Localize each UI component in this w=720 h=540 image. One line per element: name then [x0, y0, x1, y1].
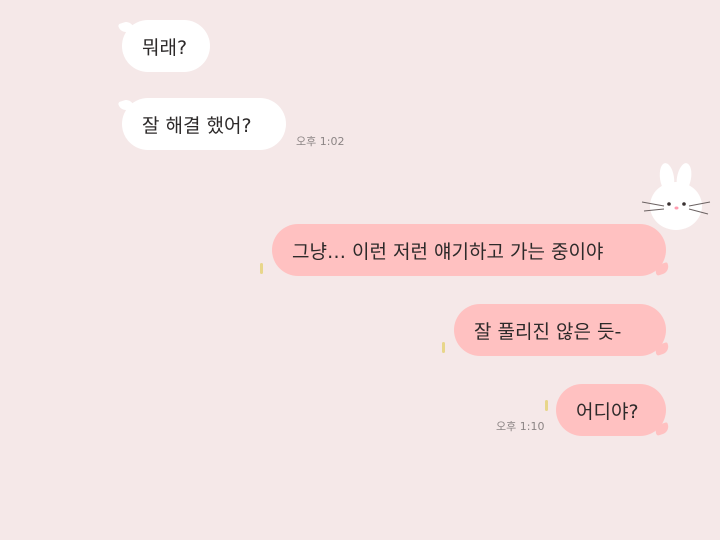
message-timestamp: 오후 1:10 — [496, 420, 545, 433]
message-text: 잘 해결 했어? — [142, 114, 252, 137]
message-text: 잘 풀리진 않은 듯- — [474, 320, 622, 343]
message-bubble-outgoing[interactable]: 잘 풀리진 않은 듯- — [454, 304, 666, 356]
message-text: 뭐래? — [142, 36, 188, 59]
message-timestamp: 오후 1:02 — [296, 135, 345, 148]
message-text: 어디야? — [576, 400, 639, 423]
message-text: 그냥… 이런 저런 얘기하고 가는 중이야 — [292, 240, 604, 263]
chat-thread: 뭐래? 잘 해결 했어? 오후 1:02 그냥… 이런 저런 얘기하고 가는 중… — [0, 0, 720, 540]
message-bubble-outgoing[interactable]: 어디야? — [556, 384, 666, 436]
message-bubble-incoming[interactable]: 뭐래? — [122, 20, 210, 72]
message-bubble-outgoing[interactable]: 그냥… 이런 저런 얘기하고 가는 중이야 — [272, 224, 666, 276]
bunny-icon — [638, 158, 714, 236]
read-tick-icon — [545, 400, 548, 411]
read-tick-icon — [260, 263, 263, 274]
read-tick-icon — [442, 342, 445, 353]
message-bubble-incoming[interactable]: 잘 해결 했어? — [122, 98, 286, 150]
